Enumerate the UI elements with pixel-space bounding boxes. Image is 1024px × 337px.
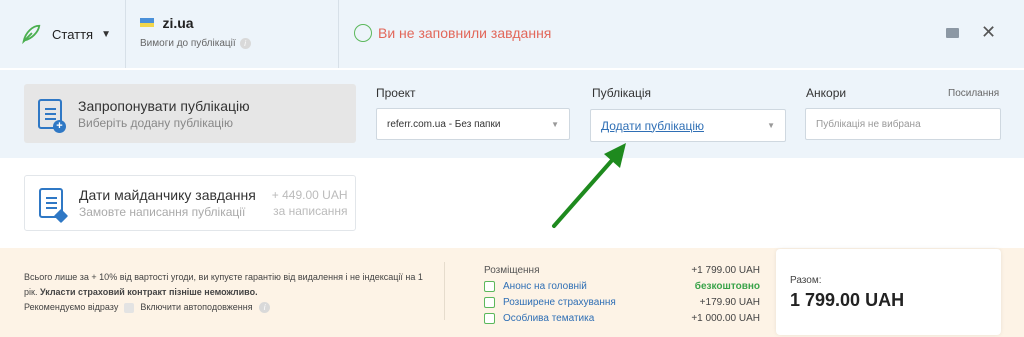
ukraine-flag-icon bbox=[140, 18, 154, 28]
give-task-price-sub: за написання bbox=[273, 204, 348, 218]
total-box: Разом: 1 799.00 UAH bbox=[776, 249, 1001, 335]
info-icon[interactable]: i bbox=[259, 302, 271, 313]
links-label: Посилання bbox=[948, 88, 1000, 99]
placement-row: Розміщення +1 799.00 UAH bbox=[484, 262, 760, 278]
give-task-subtitle: Замовте написання публікації bbox=[79, 205, 246, 219]
caret-down-icon: ▼ bbox=[101, 28, 111, 40]
divider bbox=[338, 0, 339, 68]
auto-renew-checkbox[interactable] bbox=[124, 302, 135, 313]
special-topic-checkbox[interactable] bbox=[484, 312, 495, 324]
site-name[interactable]: zi.ua bbox=[162, 15, 193, 31]
announce-checkbox[interactable] bbox=[484, 280, 495, 292]
offer-title: Запропонувати публікацію bbox=[78, 97, 250, 114]
requirements-label: Вимоги до публікації bbox=[140, 38, 236, 49]
chevron-down-icon: ▼ bbox=[767, 121, 775, 130]
info-icon[interactable]: i bbox=[239, 38, 251, 49]
status-circle-icon bbox=[354, 24, 372, 42]
requirements-link[interactable]: Вимоги до публікації i bbox=[140, 38, 251, 49]
document-add-icon: + bbox=[38, 98, 66, 133]
recommend-text: Рекомендуємо відразу bbox=[24, 302, 119, 312]
type-selector[interactable]: Стаття ▼ bbox=[12, 14, 122, 54]
anchors-field[interactable]: Публікація не вибрана bbox=[805, 108, 1001, 140]
anchors-label: Анкори bbox=[806, 86, 847, 100]
offer-publication-button[interactable]: + Запропонувати публікацію Виберіть дода… bbox=[24, 84, 356, 143]
give-task-button[interactable]: Дати майданчику завдання Замовте написан… bbox=[24, 175, 356, 231]
divider bbox=[125, 0, 126, 68]
status-indicator: Ви не заповнили завдання bbox=[354, 24, 551, 42]
list-item: Анонс на головній безкоштовно bbox=[484, 278, 760, 294]
auto-renew-label: Включити автоподовження bbox=[140, 302, 253, 312]
list-item: Особлива тематика +1 000.00 UAH bbox=[484, 310, 760, 326]
chevron-down-icon: ▼ bbox=[551, 119, 559, 129]
option-label[interactable]: Анонс на головній bbox=[503, 281, 587, 292]
total-amount: 1 799.00 UAH bbox=[790, 290, 905, 310]
green-arrow-icon bbox=[552, 143, 626, 228]
option-value: безкоштовно bbox=[694, 280, 760, 292]
site-block: zi.ua Вимоги до публікації i bbox=[140, 14, 251, 49]
mail-icon[interactable] bbox=[946, 28, 959, 38]
placement-value: +1 799.00 UAH bbox=[691, 264, 760, 276]
insurance-bold-text: Укласти страховий контракт пізніше немож… bbox=[39, 287, 258, 297]
option-value: +179.90 UAH bbox=[699, 296, 760, 308]
insurance-info: Всього лише за + 10% від вартості угоди,… bbox=[24, 270, 424, 315]
list-item: Розширене страхування +179.90 UAH bbox=[484, 294, 760, 310]
status-text: Ви не заповнили завдання bbox=[378, 25, 552, 41]
divider bbox=[444, 262, 445, 320]
publication-label: Публікація bbox=[592, 86, 651, 100]
project-label: Проект bbox=[376, 86, 416, 100]
placement-label: Розміщення bbox=[484, 264, 540, 276]
offer-subtitle: Виберіть додану публікацію bbox=[78, 115, 233, 130]
option-value: +1 000.00 UAH bbox=[691, 312, 760, 324]
anchors-placeholder: Публікація не вибрана bbox=[816, 118, 921, 130]
type-label: Стаття bbox=[52, 26, 94, 42]
insurance-checkbox[interactable] bbox=[484, 296, 495, 308]
close-icon[interactable]: ✕ bbox=[981, 22, 996, 43]
give-task-title: Дати майданчику завдання bbox=[79, 187, 256, 203]
document-edit-icon bbox=[39, 188, 69, 224]
options-list: Розміщення +1 799.00 UAH Анонс на головн… bbox=[484, 262, 760, 326]
total-label: Разом: bbox=[790, 275, 822, 286]
add-publication-link[interactable]: Додати публікацію bbox=[601, 119, 704, 133]
project-value: referr.com.ua - Без папки bbox=[387, 118, 501, 130]
give-task-price: + 449.00 UAH bbox=[271, 188, 348, 202]
feather-icon bbox=[22, 24, 41, 45]
project-select[interactable]: referr.com.ua - Без папки ▼ bbox=[376, 108, 570, 140]
option-label[interactable]: Розширене страхування bbox=[503, 297, 616, 308]
option-label[interactable]: Особлива тематика bbox=[503, 313, 594, 324]
